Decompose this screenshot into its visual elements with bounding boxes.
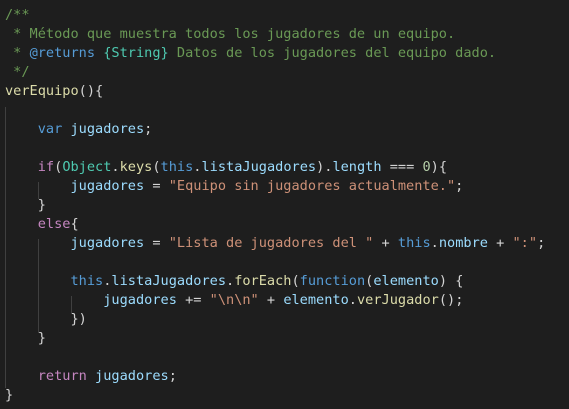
code-token-plain: ){ [430, 159, 448, 175]
code-token-function: keys [119, 159, 153, 175]
code-line[interactable]: jugadores += "\n\n" + elemento.verJugado… [5, 291, 463, 310]
code-line[interactable]: var jugadores; [5, 120, 153, 139]
code-token-comment: /** [5, 7, 30, 23]
code-token-plain: + [373, 235, 398, 251]
code-line[interactable]: } [5, 386, 13, 405]
code-token-keyword: this [70, 273, 104, 289]
code-line[interactable]: jugadores = "Lista de jugadores del " + … [5, 234, 545, 253]
code-token-plain: + [487, 235, 513, 251]
code-token-comment: * Método que muestra todos los jugadores… [5, 26, 456, 42]
code-line[interactable]: */ [5, 63, 30, 82]
code-token-number: 0 [422, 159, 431, 175]
code-token-keyword: var [37, 121, 63, 137]
code-token-plain: ; [455, 178, 464, 194]
code-token-class: {String} [103, 45, 169, 61]
code-token-plain: + [258, 292, 284, 308]
code-token-comment: Datos de los jugadores del equipo dado. [168, 45, 497, 61]
code-token-variable: jugadores [70, 235, 145, 251]
code-line[interactable]: /** [5, 6, 30, 25]
code-token-plain: ). [316, 159, 333, 175]
code-token-plain: ( [291, 273, 300, 289]
code-line[interactable]: } [5, 196, 46, 215]
code-token-variable: elemento [373, 273, 439, 289]
code-token-plain: } [5, 387, 14, 403]
code-token-control: else [37, 216, 71, 232]
code-token-plain: }) [5, 311, 87, 327]
code-editor[interactable]: /** * Método que muestra todos los jugad… [0, 0, 569, 409]
code-token-plain: ; [168, 368, 177, 384]
code-line[interactable]: verEquipo(){ [5, 82, 103, 101]
code-token-keyword: @returns [29, 45, 96, 61]
code-token-string: "\n\n" [209, 292, 259, 308]
code-token-function: verJugador [356, 292, 439, 308]
code-token-comment: */ [5, 64, 30, 80]
code-token-plain: (){ [78, 83, 104, 99]
code-token-plain: . [348, 292, 357, 308]
code-token-comment [95, 45, 103, 61]
code-token-plain: = [144, 235, 169, 251]
code-line[interactable]: if(Object.keys(this.listaJugadores).leng… [5, 158, 447, 177]
code-token-plain: . [226, 273, 235, 289]
code-token-plain: ; [537, 235, 546, 251]
code-token-plain: = [144, 178, 169, 194]
code-token-variable: jugadores [103, 292, 177, 308]
code-token-plain: (); [438, 292, 464, 308]
code-token-plain: . [430, 235, 439, 251]
code-line[interactable]: * Método que muestra todos los jugadores… [5, 25, 455, 44]
code-token-variable: elemento [283, 292, 349, 308]
code-token-comment: * [5, 45, 30, 61]
code-token-plain: } [5, 330, 46, 346]
code-token-variable: jugadores [70, 121, 145, 137]
code-line[interactable]: return jugadores; [5, 367, 177, 386]
code-line[interactable]: else{ [5, 215, 79, 234]
code-token-keyword: function [299, 273, 366, 289]
code-token-plain: ) { [438, 273, 464, 289]
code-token-variable: length [332, 159, 382, 175]
code-token-string: ":" [512, 235, 538, 251]
code-token-keyword: this [397, 235, 431, 251]
code-line[interactable]: * @returns {String} Datos de los jugador… [5, 44, 496, 63]
code-token-variable: listaJugadores [201, 159, 317, 175]
code-token-plain: === [381, 159, 423, 175]
code-line[interactable]: this.listaJugadores.forEach(function(ele… [5, 272, 463, 291]
code-token-function: forEach [234, 273, 292, 289]
code-token-control: return [37, 368, 87, 384]
code-token-keyword: this [160, 159, 194, 175]
code-token-string: "Equipo sin jugadores actualmente." [168, 178, 456, 194]
code-token-plain: . [111, 159, 120, 175]
code-token-plain: } [5, 197, 46, 213]
code-token-plain: ( [152, 159, 161, 175]
code-line[interactable]: jugadores = "Equipo sin jugadores actual… [5, 177, 463, 196]
code-token-plain: { [70, 216, 79, 232]
code-token-plain: += [176, 292, 210, 308]
code-token-variable: jugadores [95, 368, 169, 384]
code-token-string: "Lista de jugadores del " [168, 235, 374, 251]
code-token-control: if [37, 159, 55, 175]
code-token-plain: ; [144, 121, 153, 137]
code-line[interactable]: }) [5, 310, 87, 329]
code-token-variable: jugadores [70, 178, 145, 194]
code-token-variable: listaJugadores [111, 273, 226, 289]
code-token-function: verEquipo [5, 83, 79, 99]
code-line[interactable]: } [5, 329, 46, 348]
code-token-class: Object [62, 159, 112, 175]
code-token-variable: nombre [438, 235, 488, 251]
